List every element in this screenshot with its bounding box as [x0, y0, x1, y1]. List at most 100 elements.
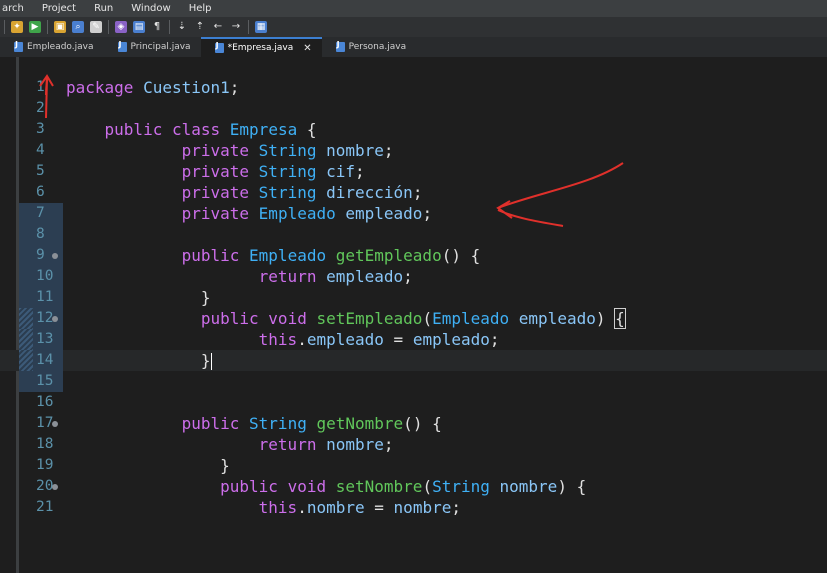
line-number: 16 — [36, 394, 54, 410]
next-annotation-icon[interactable]: ⇣ — [176, 21, 188, 33]
text-caret — [210, 353, 212, 370]
range-indicator — [19, 308, 33, 329]
code-line[interactable]: 10 return empleado; — [0, 266, 827, 287]
java-file-icon — [14, 40, 23, 52]
line-number: 12 — [36, 310, 54, 326]
toggle-mark-icon[interactable]: ▤ — [133, 21, 145, 33]
code-line[interactable]: 3 public class Empresa { — [0, 119, 827, 140]
tab-label: Principal.java — [130, 42, 191, 52]
line-number: 18 — [36, 436, 54, 452]
line-number: 20 — [36, 478, 54, 494]
menu-bar: arch Project Run Window Help — [0, 0, 827, 17]
line-number: 17 — [36, 415, 54, 431]
code-text: } — [200, 351, 212, 370]
search-icon[interactable]: ⌕ — [72, 21, 84, 33]
tab-label: Empleado.java — [27, 42, 94, 52]
code-line[interactable]: 21 this.nombre = nombre; — [0, 497, 827, 518]
perspective-icon[interactable]: ▦ — [255, 21, 267, 33]
fold-toggle-icon[interactable] — [52, 484, 58, 490]
java-file-icon — [117, 40, 127, 52]
menu-window[interactable]: Window — [131, 3, 170, 14]
code-text: public String getNombre() { — [181, 414, 442, 433]
line-number: 3 — [36, 121, 45, 137]
code-editor[interactable]: 1 package Cuestion1; 2 3 public class Empre… — [0, 57, 827, 573]
code-text: this.nombre = nombre; — [258, 498, 461, 517]
code-line[interactable]: 4 private String nombre; — [0, 140, 827, 161]
toolbar-separator — [47, 20, 48, 34]
line-number: 8 — [36, 226, 45, 242]
code-line[interactable]: 5 private String cif; — [0, 161, 827, 182]
line-number: 19 — [36, 457, 54, 473]
editor-tabs: Empleado.java Principal.java *Empresa.ja… — [0, 37, 827, 57]
code-line[interactable]: 17 public String getNombre() { — [0, 413, 827, 434]
code-line[interactable]: 8 — [0, 224, 827, 245]
code-text: this.empleado = empleado; — [258, 330, 500, 349]
menu-search[interactable]: arch — [2, 3, 24, 14]
code-line[interactable]: 7 private Empleado empleado; — [0, 203, 827, 224]
line-number: 5 — [36, 163, 45, 179]
code-line[interactable]: 1 package Cuestion1; — [0, 77, 827, 98]
code-line[interactable]: 12 public void setEmpleado(Empleado empl… — [0, 308, 827, 329]
code-text: } — [200, 288, 211, 307]
line-number: 10 — [36, 268, 54, 284]
menu-help[interactable]: Help — [189, 3, 212, 14]
code-text: return nombre; — [258, 435, 394, 454]
fold-toggle-icon[interactable] — [52, 253, 58, 259]
forward-icon[interactable]: → — [230, 21, 242, 33]
code-text: } — [220, 456, 230, 475]
code-line[interactable]: 14 } — [0, 350, 827, 371]
code-line[interactable]: 9 public Empleado getEmpleado() { — [0, 245, 827, 266]
code-line[interactable]: 19 } — [0, 455, 827, 476]
code-text: private String cif; — [181, 162, 365, 181]
toolbar-separator — [248, 20, 249, 34]
task-icon[interactable]: ◈ — [115, 21, 127, 33]
new-wizard-icon[interactable]: ✦ — [11, 21, 23, 33]
fold-toggle-icon[interactable] — [52, 421, 58, 427]
code-text: public class Empresa { — [104, 120, 317, 139]
fold-toggle-icon[interactable] — [52, 316, 58, 322]
show-whitespace-icon[interactable]: ¶ — [151, 21, 163, 33]
code-line[interactable]: 2 — [0, 98, 827, 119]
line-number: 13 — [36, 331, 54, 347]
code-line[interactable]: 18 return nombre; — [0, 434, 827, 455]
tab-label: Persona.java — [348, 42, 407, 52]
line-number: 9 — [36, 247, 45, 263]
line-number: 21 — [36, 499, 54, 515]
java-file-icon — [214, 41, 224, 53]
code-text: public Empleado getEmpleado() { — [181, 246, 481, 265]
toolbar-separator — [4, 20, 5, 34]
tab-empresa[interactable]: *Empresa.java ✕ — [200, 37, 322, 57]
menu-project[interactable]: Project — [42, 3, 76, 14]
build-icon[interactable]: ▣ — [54, 21, 66, 33]
code-text: private String dirección; — [181, 183, 423, 202]
code-line[interactable]: 16 — [0, 392, 827, 413]
code-line[interactable]: 13 this.empleado = empleado; — [0, 329, 827, 350]
code-text: public void setEmpleado(Empleado emplead… — [200, 308, 626, 329]
tab-label: *Empresa.java — [227, 43, 294, 53]
code-text: private String nombre; — [181, 141, 394, 160]
run-debug-icon[interactable]: ▶ — [29, 21, 41, 33]
tab-principal[interactable]: Principal.java — [104, 37, 201, 57]
toolbar: ✦ ▶ ▣ ⌕ ✎ ◈ ▤ ¶ ⇣ ⇡ ← → ▦ — [0, 17, 827, 37]
java-file-icon — [335, 40, 345, 52]
line-number: 4 — [36, 142, 45, 158]
previous-annotation-icon[interactable]: ⇡ — [194, 21, 206, 33]
code-line[interactable]: 6 private String dirección; — [0, 182, 827, 203]
code-line[interactable]: 11 } — [0, 287, 827, 308]
code-line[interactable]: 15 — [0, 371, 827, 392]
back-icon[interactable]: ← — [212, 21, 224, 33]
line-number: 6 — [36, 184, 45, 200]
code-line[interactable]: 20 public void setNombre(String nombre) … — [0, 476, 827, 497]
tab-empleado[interactable]: Empleado.java — [0, 37, 104, 57]
menu-run[interactable]: Run — [94, 3, 113, 14]
line-number: 14 — [36, 352, 54, 368]
tab-persona[interactable]: Persona.java — [322, 37, 416, 57]
close-icon[interactable]: ✕ — [303, 43, 311, 54]
toolbar-separator — [169, 20, 170, 34]
open-type-icon[interactable]: ✎ — [90, 21, 102, 33]
line-number: 1 — [36, 79, 45, 95]
line-number: 15 — [36, 373, 54, 389]
line-number: 11 — [36, 289, 54, 305]
range-indicator — [19, 350, 33, 371]
code-text: private Empleado empleado; — [181, 204, 433, 223]
